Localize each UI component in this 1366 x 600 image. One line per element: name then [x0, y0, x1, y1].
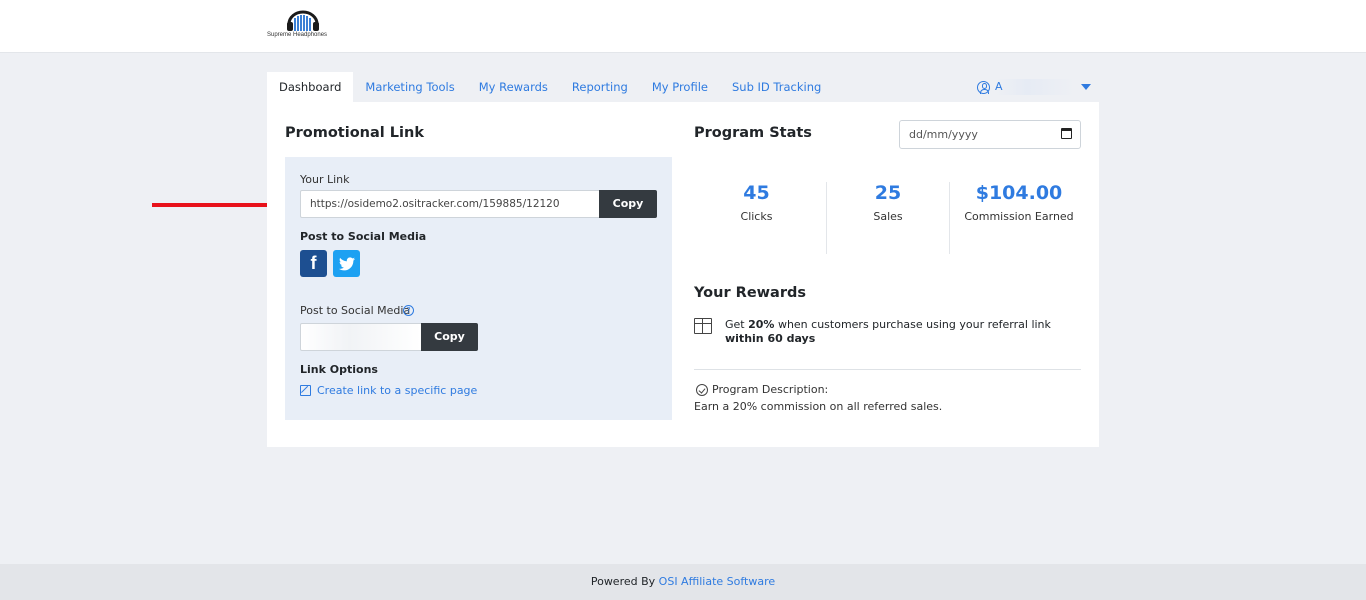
stat-clicks: 45 Clicks — [694, 182, 819, 223]
check-circle-icon — [696, 384, 708, 396]
reward-prefix: Get — [725, 318, 749, 331]
reward-text: Get 20% when customers purchase using yo… — [725, 318, 1081, 346]
reward-duration: within 60 days — [725, 332, 816, 345]
your-link-input[interactable]: https://osidemo2.ositracker.com/159885/1… — [300, 190, 600, 218]
stat-value: $104.00 — [975, 182, 1063, 204]
twitter-icon — [338, 256, 355, 270]
social-post-input[interactable] — [300, 323, 422, 351]
copy-link-button[interactable]: Copy — [599, 190, 657, 218]
copy-social-button[interactable]: Copy — [421, 323, 478, 351]
gift-icon — [694, 318, 712, 334]
footer: Powered By OSI Affiliate Software — [0, 564, 1366, 600]
program-description-label: Program Description: — [712, 383, 829, 396]
main-nav-tabs: Dashboard Marketing Tools My Rewards Rep… — [267, 72, 833, 102]
caret-down-icon — [1081, 84, 1091, 90]
date-placeholder: dd/mm/yyyy — [909, 128, 978, 141]
dashboard-card: Promotional Link Your Link https://oside… — [267, 102, 1099, 447]
user-circle-icon — [977, 80, 990, 94]
program-stats-title: Program Stats — [694, 125, 812, 141]
stat-value: 45 — [743, 182, 770, 204]
section-divider — [694, 369, 1081, 370]
stat-label: Commission Earned — [964, 210, 1074, 223]
calendar-icon[interactable] — [1061, 128, 1072, 139]
tab-reporting[interactable]: Reporting — [560, 72, 640, 102]
user-menu[interactable]: A — [977, 79, 1091, 95]
reward-item: Get 20% when customers purchase using yo… — [694, 318, 1081, 346]
reward-percent: 20% — [748, 318, 775, 331]
tab-dashboard[interactable]: Dashboard — [267, 72, 354, 102]
social-media-label: Post to Social Media — [300, 230, 427, 243]
footer-link[interactable]: OSI Affiliate Software — [659, 575, 775, 588]
footer-prefix: Powered By — [590, 575, 659, 588]
stat-divider — [949, 182, 950, 254]
help-icon[interactable]: ? — [403, 305, 414, 316]
your-rewards-title: Your Rewards — [694, 285, 806, 301]
brand-name: Supreme Headphones — [267, 32, 328, 38]
user-name: A — [995, 79, 1075, 95]
promotional-link-title: Promotional Link — [285, 125, 424, 141]
headphones-logo-icon — [287, 10, 319, 31]
facebook-share-button[interactable]: f — [300, 250, 327, 277]
stat-commission: $104.00 Commission Earned — [954, 182, 1084, 223]
stat-sales: 25 Sales — [826, 182, 950, 223]
social-media-label-2: Post to Social Media — [300, 304, 411, 317]
brand-logo[interactable]: Supreme Headphones — [267, 10, 339, 42]
tab-sub-id-tracking[interactable]: Sub ID Tracking — [720, 72, 833, 102]
create-link-option[interactable]: Create link to a specific page — [300, 384, 477, 397]
edit-icon — [300, 385, 311, 396]
top-bar: Supreme Headphones — [0, 0, 1366, 53]
promo-panel: Your Link https://osidemo2.ositracker.co… — [285, 157, 672, 420]
reward-mid: when customers purchase using your refer… — [774, 318, 1051, 331]
stat-label: Sales — [873, 210, 903, 223]
date-input[interactable]: dd/mm/yyyy — [899, 120, 1081, 149]
stat-value: 25 — [874, 182, 902, 204]
facebook-icon: f — [310, 253, 317, 273]
your-link-label: Your Link — [300, 173, 350, 186]
twitter-share-button[interactable] — [333, 250, 360, 277]
program-description-text: Earn a 20% commission on all referred sa… — [694, 400, 943, 413]
link-options-label: Link Options — [300, 363, 378, 376]
stat-label: Clicks — [740, 210, 773, 223]
tab-my-rewards[interactable]: My Rewards — [467, 72, 560, 102]
tab-my-profile[interactable]: My Profile — [640, 72, 720, 102]
tab-marketing-tools[interactable]: Marketing Tools — [353, 72, 466, 102]
create-link-text: Create link to a specific page — [317, 384, 478, 397]
